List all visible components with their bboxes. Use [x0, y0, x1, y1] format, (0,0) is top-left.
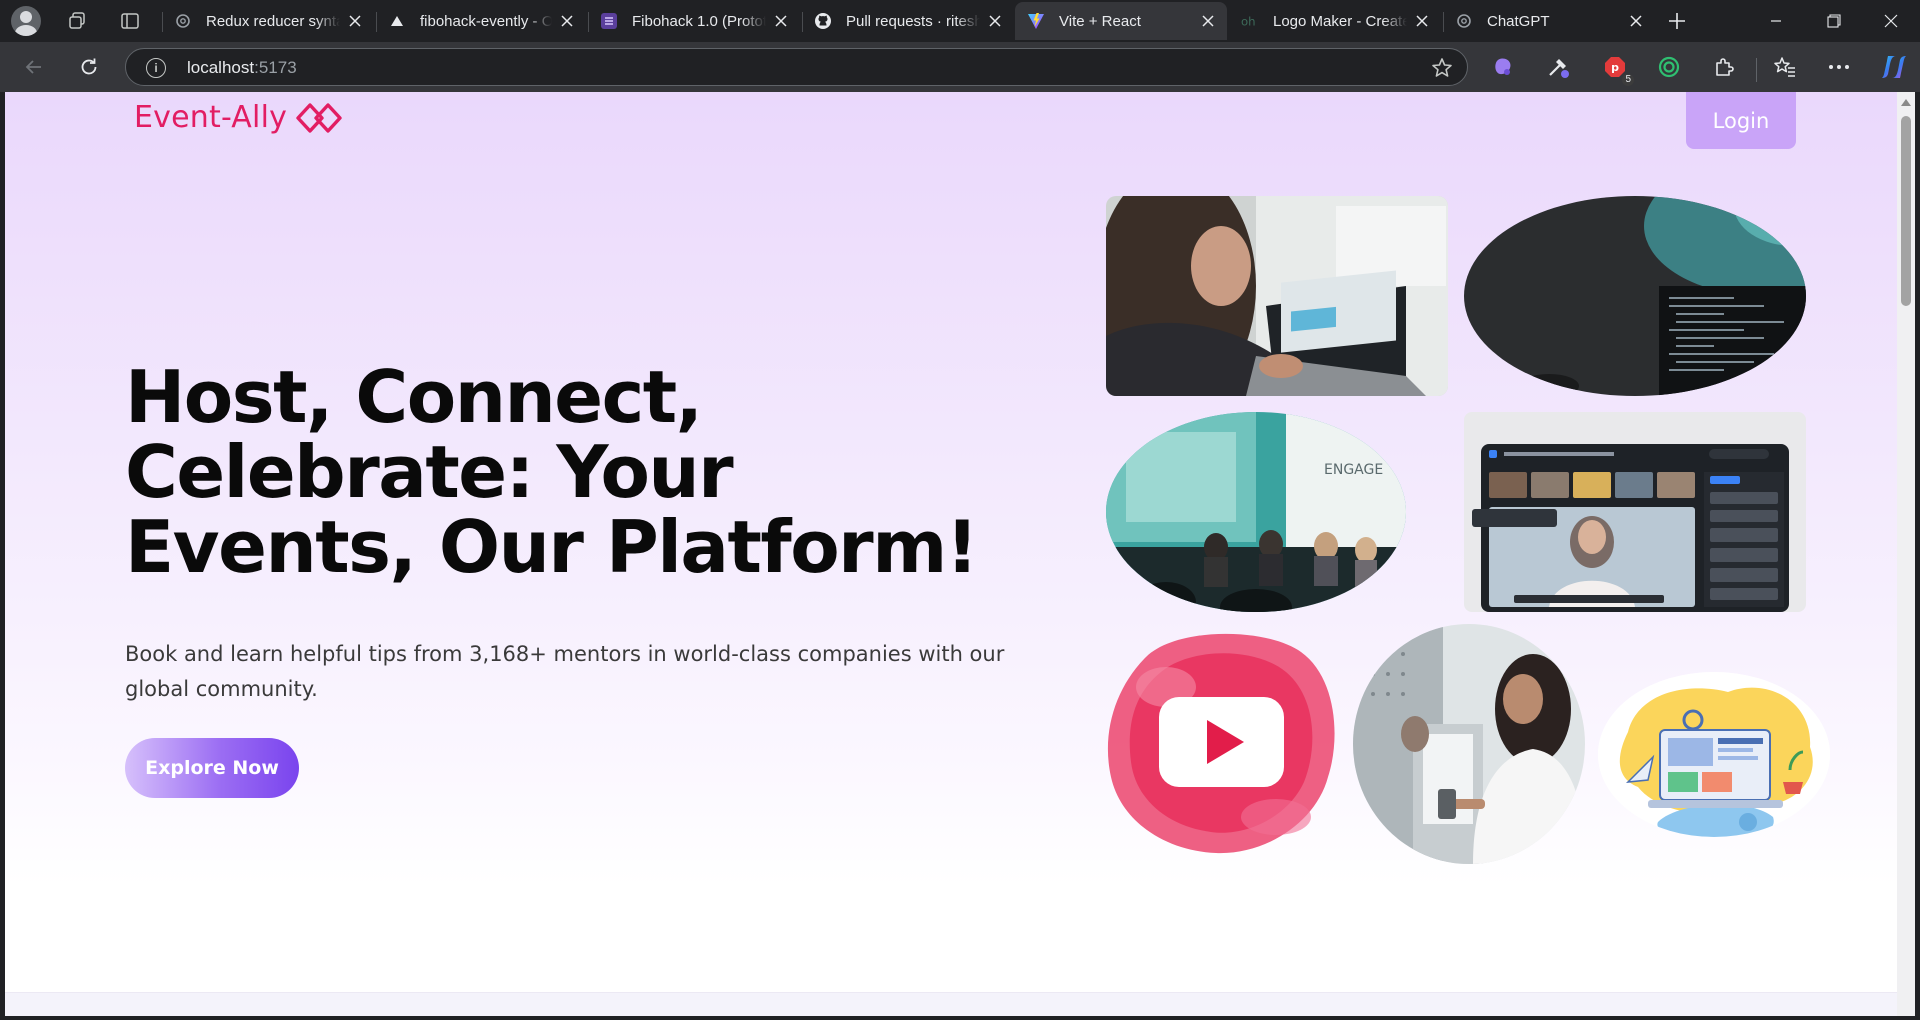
- svg-text:oh: oh: [1241, 15, 1256, 29]
- dev-extension-icon[interactable]: [1545, 54, 1571, 80]
- browser-toolbar: i localhost:5173 p 5: [0, 42, 1920, 92]
- url-text[interactable]: localhost:5173: [187, 58, 297, 78]
- tab-pull-requests[interactable]: Pull requests · ritesh: [802, 2, 1014, 40]
- close-tab-icon[interactable]: [986, 12, 1004, 30]
- laptop-woman-image: [1106, 196, 1448, 396]
- tab-title: Pull requests · ritesh: [846, 12, 980, 30]
- back-icon[interactable]: [19, 52, 49, 82]
- openai-icon: [174, 12, 192, 30]
- explore-now-button[interactable]: Explore Now: [125, 738, 299, 798]
- triangle-icon: [388, 12, 406, 30]
- close-tab-icon[interactable]: [558, 12, 576, 30]
- svg-text:p: p: [1611, 61, 1619, 74]
- scroll-thumb[interactable]: [1901, 116, 1911, 306]
- openai-icon: [1455, 12, 1473, 30]
- address-bar[interactable]: i localhost:5173: [125, 48, 1468, 86]
- favorite-star-icon[interactable]: [1431, 57, 1453, 79]
- lab-woman-image: [1353, 624, 1585, 864]
- page-viewport: Event-Ally Login Host, Connect, Celebrat…: [5, 92, 1897, 1016]
- extensions-puzzle-icon[interactable]: [1711, 54, 1737, 80]
- page-scrollbar[interactable]: [1897, 92, 1915, 1016]
- copilot-extension-icon[interactable]: [1490, 54, 1516, 80]
- tab-title: ChatGPT: [1487, 12, 1550, 30]
- hero-headline: Host, Connect, Celebrate: Your Events, O…: [125, 355, 979, 589]
- site-info-icon[interactable]: i: [146, 58, 166, 78]
- login-button[interactable]: Login: [1686, 92, 1796, 149]
- close-tab-icon[interactable]: [1413, 12, 1431, 30]
- tab-title: Vite + React: [1059, 12, 1141, 30]
- minimize-icon[interactable]: [1747, 0, 1805, 42]
- github-icon: [814, 12, 832, 30]
- tab-title: Redux reducer synta: [206, 12, 340, 30]
- close-tab-icon[interactable]: [772, 12, 790, 30]
- copilot-icon[interactable]: [1879, 54, 1909, 80]
- conference-panel-image: ENGAGE: [1106, 412, 1406, 612]
- tab-vite-react[interactable]: Vite + React: [1015, 2, 1227, 40]
- scroll-up-icon[interactable]: [1901, 99, 1911, 106]
- target-extension-icon[interactable]: [1656, 54, 1682, 80]
- tab-logo-maker[interactable]: oh Logo Maker - Create: [1229, 2, 1441, 40]
- hero-subtext: Book and learn helpful tips from 3,168+ …: [125, 642, 1005, 701]
- profile-avatar[interactable]: [11, 6, 41, 36]
- list-icon: [600, 12, 618, 30]
- logo-link-icon: [296, 102, 342, 133]
- video-call-image: [1464, 412, 1806, 612]
- code-monitor-image: [1464, 196, 1806, 396]
- conference-sign-text: ENGAGE: [1324, 462, 1383, 478]
- reload-icon[interactable]: [74, 52, 104, 82]
- tab-title: fibohack-evently - O: [420, 12, 552, 30]
- logo-text: Event-Ally: [134, 100, 288, 135]
- site-logo[interactable]: Event-Ally: [134, 100, 343, 135]
- tab-chatgpt[interactable]: ChatGPT: [1443, 2, 1655, 40]
- extension-badge: 5: [1622, 74, 1634, 86]
- workspaces-icon[interactable]: [63, 8, 91, 34]
- close-window-icon[interactable]: [1862, 0, 1920, 42]
- toolbar-divider: [1756, 58, 1757, 82]
- favorites-icon[interactable]: [1772, 54, 1798, 80]
- tab-fibohack-evently[interactable]: fibohack-evently - O: [376, 2, 586, 40]
- tab-title: Logo Maker - Create: [1273, 12, 1407, 30]
- close-tab-icon[interactable]: [1627, 12, 1645, 30]
- adblock-extension-icon[interactable]: p 5: [1602, 54, 1634, 86]
- oh-icon: oh: [1241, 12, 1259, 30]
- youtube-splash-image: [1106, 627, 1338, 857]
- restore-icon[interactable]: [1805, 0, 1863, 42]
- new-tab-button[interactable]: [1662, 6, 1692, 36]
- tab-fibohack-prototype[interactable]: Fibohack 1.0 (Protot: [588, 2, 800, 40]
- close-tab-icon[interactable]: [346, 12, 364, 30]
- vite-icon: [1027, 12, 1045, 30]
- window-edge-right: [1915, 92, 1920, 1020]
- web-design-illustration: [1598, 672, 1830, 837]
- tab-strip: Redux reducer synta fibohack-evently - O…: [0, 0, 1920, 42]
- tab-redux-reducer[interactable]: Redux reducer synta: [162, 2, 374, 40]
- window-edge-bottom: [0, 1016, 1920, 1020]
- vertical-tabs-icon[interactable]: [116, 8, 144, 34]
- tab-title: Fibohack 1.0 (Protot: [632, 12, 766, 30]
- more-menu-icon[interactable]: [1826, 54, 1852, 80]
- page-footer-strip: [5, 992, 1897, 1016]
- close-tab-icon[interactable]: [1199, 12, 1217, 30]
